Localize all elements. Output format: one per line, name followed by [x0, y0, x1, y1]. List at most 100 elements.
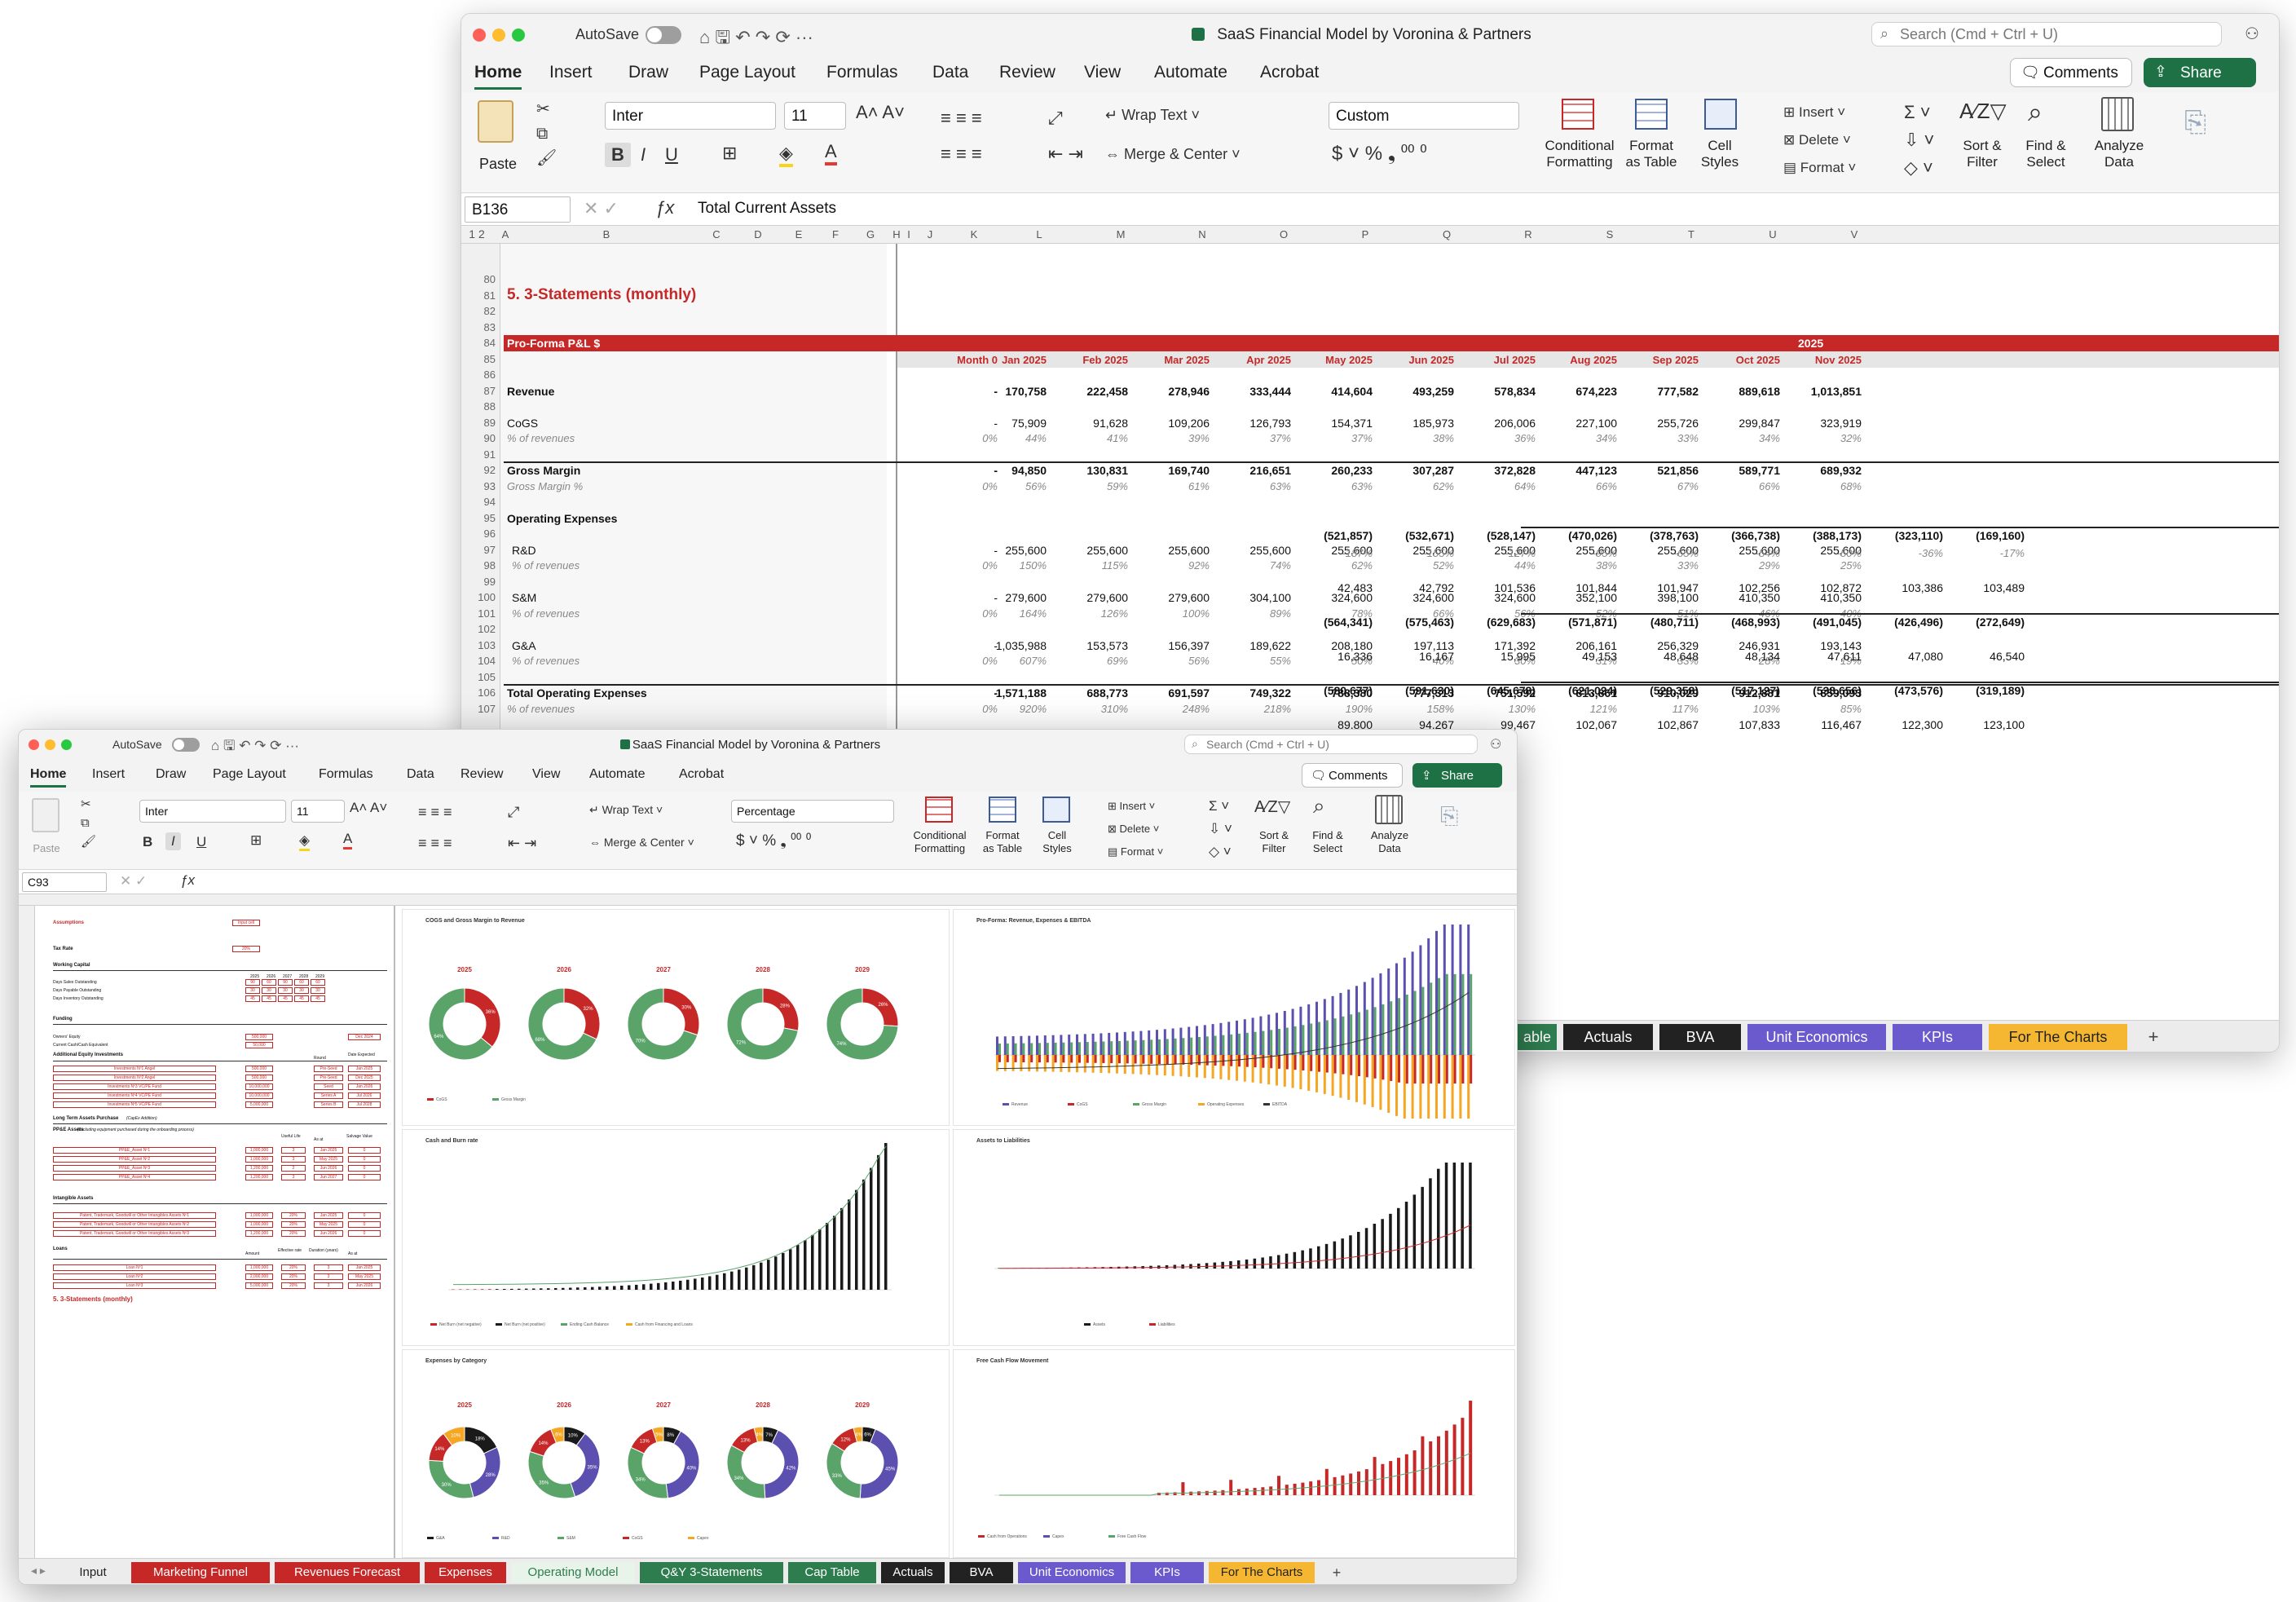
function-icon[interactable]: ƒx	[655, 197, 674, 218]
column-header-P[interactable]: P	[1325, 228, 1405, 241]
person-add-icon-front[interactable]: ⚇	[1490, 736, 1501, 752]
fill-color-button-front[interactable]: ◈	[299, 832, 311, 851]
name-box-front[interactable]: C93	[22, 872, 107, 892]
input-cell[interactable]: Jul 2028	[348, 1101, 381, 1108]
input-cell[interactable]: Pre-Seed	[314, 1066, 343, 1072]
minimize-window-button-front[interactable]	[45, 739, 55, 750]
autosave-toggle-front[interactable]	[172, 738, 200, 752]
sheet-tab-4[interactable]: KPIs	[1893, 1024, 1982, 1050]
tab-data-front[interactable]: Data	[407, 767, 434, 782]
input-cell[interactable]: Jan 2026	[348, 1083, 381, 1090]
input-cell[interactable]: 1,200,000	[245, 1174, 273, 1181]
cell-styles-button[interactable]: Cell Styles	[1689, 138, 1751, 170]
input-cell[interactable]: Jan 2025	[348, 1066, 381, 1072]
function-icon-front[interactable]: ƒx	[180, 872, 195, 889]
input-cell[interactable]: 3	[314, 1273, 343, 1280]
font-size-select[interactable]: 11	[784, 102, 846, 130]
input-cell[interactable]: 45	[245, 995, 260, 1002]
column-header-K[interactable]: K	[950, 228, 998, 241]
input-cell[interactable]: Patent, Trademark, Goodwill or Other Int…	[53, 1230, 216, 1237]
input-cell[interactable]: 3	[314, 1282, 343, 1289]
autosave-toggle[interactable]	[646, 26, 681, 44]
input-cell[interactable]: Seed	[314, 1083, 343, 1090]
input-cell[interactable]: 1,200,000	[245, 1230, 273, 1237]
input-cell[interactable]: Input cell	[232, 920, 260, 926]
column-header-G[interactable]: G	[854, 228, 887, 241]
merge-center-button[interactable]: ⇔ Merge & Center ˅	[1105, 146, 1241, 163]
input-cell[interactable]: 2,000,000	[245, 1273, 273, 1280]
cells-group[interactable]: ⊞ Insert ˅ ⊠ Delete ˅ ▤ Format ˅	[1783, 99, 1856, 182]
input-cell[interactable]: 60	[262, 979, 276, 986]
input-cell[interactable]: 1,000,000	[245, 1221, 273, 1228]
sheet-tab-front-8[interactable]: BVA	[950, 1562, 1013, 1583]
input-cell[interactable]: Investments Nº5 VC/PE Fund	[53, 1101, 216, 1108]
input-cell[interactable]: 20%	[281, 1212, 306, 1219]
cells-group-front[interactable]: ⊞ Insert ˅ ⊠ Delete ˅ ▤ Format ˅	[1108, 795, 1163, 863]
tab-page-layout[interactable]: Page Layout	[699, 63, 795, 82]
close-window-button[interactable]	[473, 29, 486, 42]
input-cell[interactable]: 3	[281, 1156, 306, 1163]
input-cell[interactable]: 60	[311, 979, 325, 986]
input-cell[interactable]: Jan 2025	[314, 1212, 343, 1219]
sheet-tab-front-6[interactable]: Cap Table	[788, 1562, 876, 1583]
input-cell[interactable]: 45	[294, 995, 309, 1002]
format-as-table-icon-front[interactable]	[989, 797, 1016, 823]
input-cell[interactable]: 3	[314, 1264, 343, 1271]
sort-filter-button-front[interactable]: Sort & Filter	[1248, 829, 1300, 855]
input-cell[interactable]: Dec 2025	[348, 1075, 381, 1081]
input-cell[interactable]: Investments Nº4 VC/PE Fund	[53, 1092, 216, 1099]
column-header-E[interactable]: E	[781, 228, 817, 241]
wrap-text-button[interactable]: ↵ Wrap Text ˅	[1105, 107, 1200, 124]
bold-button-front[interactable]: B	[143, 834, 152, 850]
input-cell[interactable]: Dec 2024	[348, 1034, 381, 1040]
input-cell[interactable]: PP&E_Asset Nº2	[53, 1156, 216, 1163]
bold-button[interactable]: B	[605, 143, 631, 167]
input-cell[interactable]: 2	[281, 1165, 306, 1172]
input-cell[interactable]: Jun 2026	[314, 1230, 343, 1237]
font-size-select-front[interactable]: 11	[291, 800, 345, 823]
input-cell[interactable]: 20%	[281, 1221, 306, 1228]
input-cell[interactable]: 0	[348, 1221, 381, 1228]
tab-automate-front[interactable]: Automate	[589, 767, 645, 782]
formula-input[interactable]: Total Current Assets	[698, 200, 836, 218]
add-sheet-button-front[interactable]: +	[1324, 1562, 1349, 1583]
borders-button-front[interactable]: ⊞	[250, 832, 262, 849]
input-cell[interactable]: 10,000,000	[245, 1092, 273, 1099]
share-button[interactable]: ⇪ Share	[2144, 58, 2256, 87]
column-header-N[interactable]: N	[1162, 228, 1242, 241]
sheet-tab-front-10[interactable]: KPIs	[1130, 1562, 1204, 1583]
italic-button-front[interactable]: I	[165, 832, 181, 850]
input-cell[interactable]: Series B	[314, 1101, 343, 1108]
input-cell[interactable]: Jun 2027	[314, 1174, 343, 1181]
input-cell[interactable]: 45	[262, 995, 276, 1002]
column-header-S[interactable]: S	[1570, 228, 1650, 241]
input-cell[interactable]: 30	[278, 987, 293, 994]
alignment-icons-front[interactable]: ≡ ≡ ≡ ≡ ≡ ≡	[418, 797, 452, 858]
format-as-table-icon[interactable]	[1635, 99, 1668, 130]
column-header-O[interactable]: O	[1244, 228, 1324, 241]
font-grow-shrink-icons-front[interactable]: A˄ A˅	[350, 800, 387, 816]
input-cell[interactable]: 3	[281, 1147, 306, 1154]
clipboard-tools-icons-front[interactable]: ✂ ⧉ 🖌	[81, 795, 96, 851]
input-cell[interactable]: 0	[348, 1147, 381, 1154]
input-cell[interactable]: Investments Nº3 VC/PE Fund	[53, 1083, 216, 1090]
merge-center-button-front[interactable]: ⇔ Merge & Center ˅	[589, 836, 694, 849]
input-cell[interactable]: 20%	[281, 1282, 306, 1289]
input-cell[interactable]: May 2025	[314, 1221, 343, 1228]
column-header-B[interactable]: B	[517, 228, 696, 241]
input-cell[interactable]: Patent, Trademark, Goodwill or Other Int…	[53, 1212, 216, 1219]
paste-icon-front[interactable]	[32, 798, 59, 832]
tab-review[interactable]: Review	[999, 63, 1055, 82]
tab-automate[interactable]: Automate	[1154, 63, 1227, 82]
cell-styles-button-front[interactable]: Cell Styles	[1033, 829, 1082, 855]
quick-access-icons[interactable]: ⌂ 🖫 ↶ ↷ ⟳ ···	[699, 24, 813, 55]
clipboard-tools-icons[interactable]: ✂ ⧉ 🖌	[536, 97, 557, 170]
sheet-tab-front-9[interactable]: Unit Economics	[1018, 1562, 1126, 1583]
input-cell[interactable]: Loan Nº3	[53, 1282, 216, 1289]
analyze-data-icon-front[interactable]	[1375, 795, 1403, 824]
input-cell[interactable]: PP&E_Asset Nº4	[53, 1174, 216, 1181]
sort-filter-button[interactable]: Sort & Filter	[1950, 138, 2015, 170]
paste-icon[interactable]	[478, 100, 513, 143]
font-color-button-front[interactable]: A	[343, 831, 353, 850]
outline-level-buttons[interactable]: 1 2	[465, 227, 489, 241]
